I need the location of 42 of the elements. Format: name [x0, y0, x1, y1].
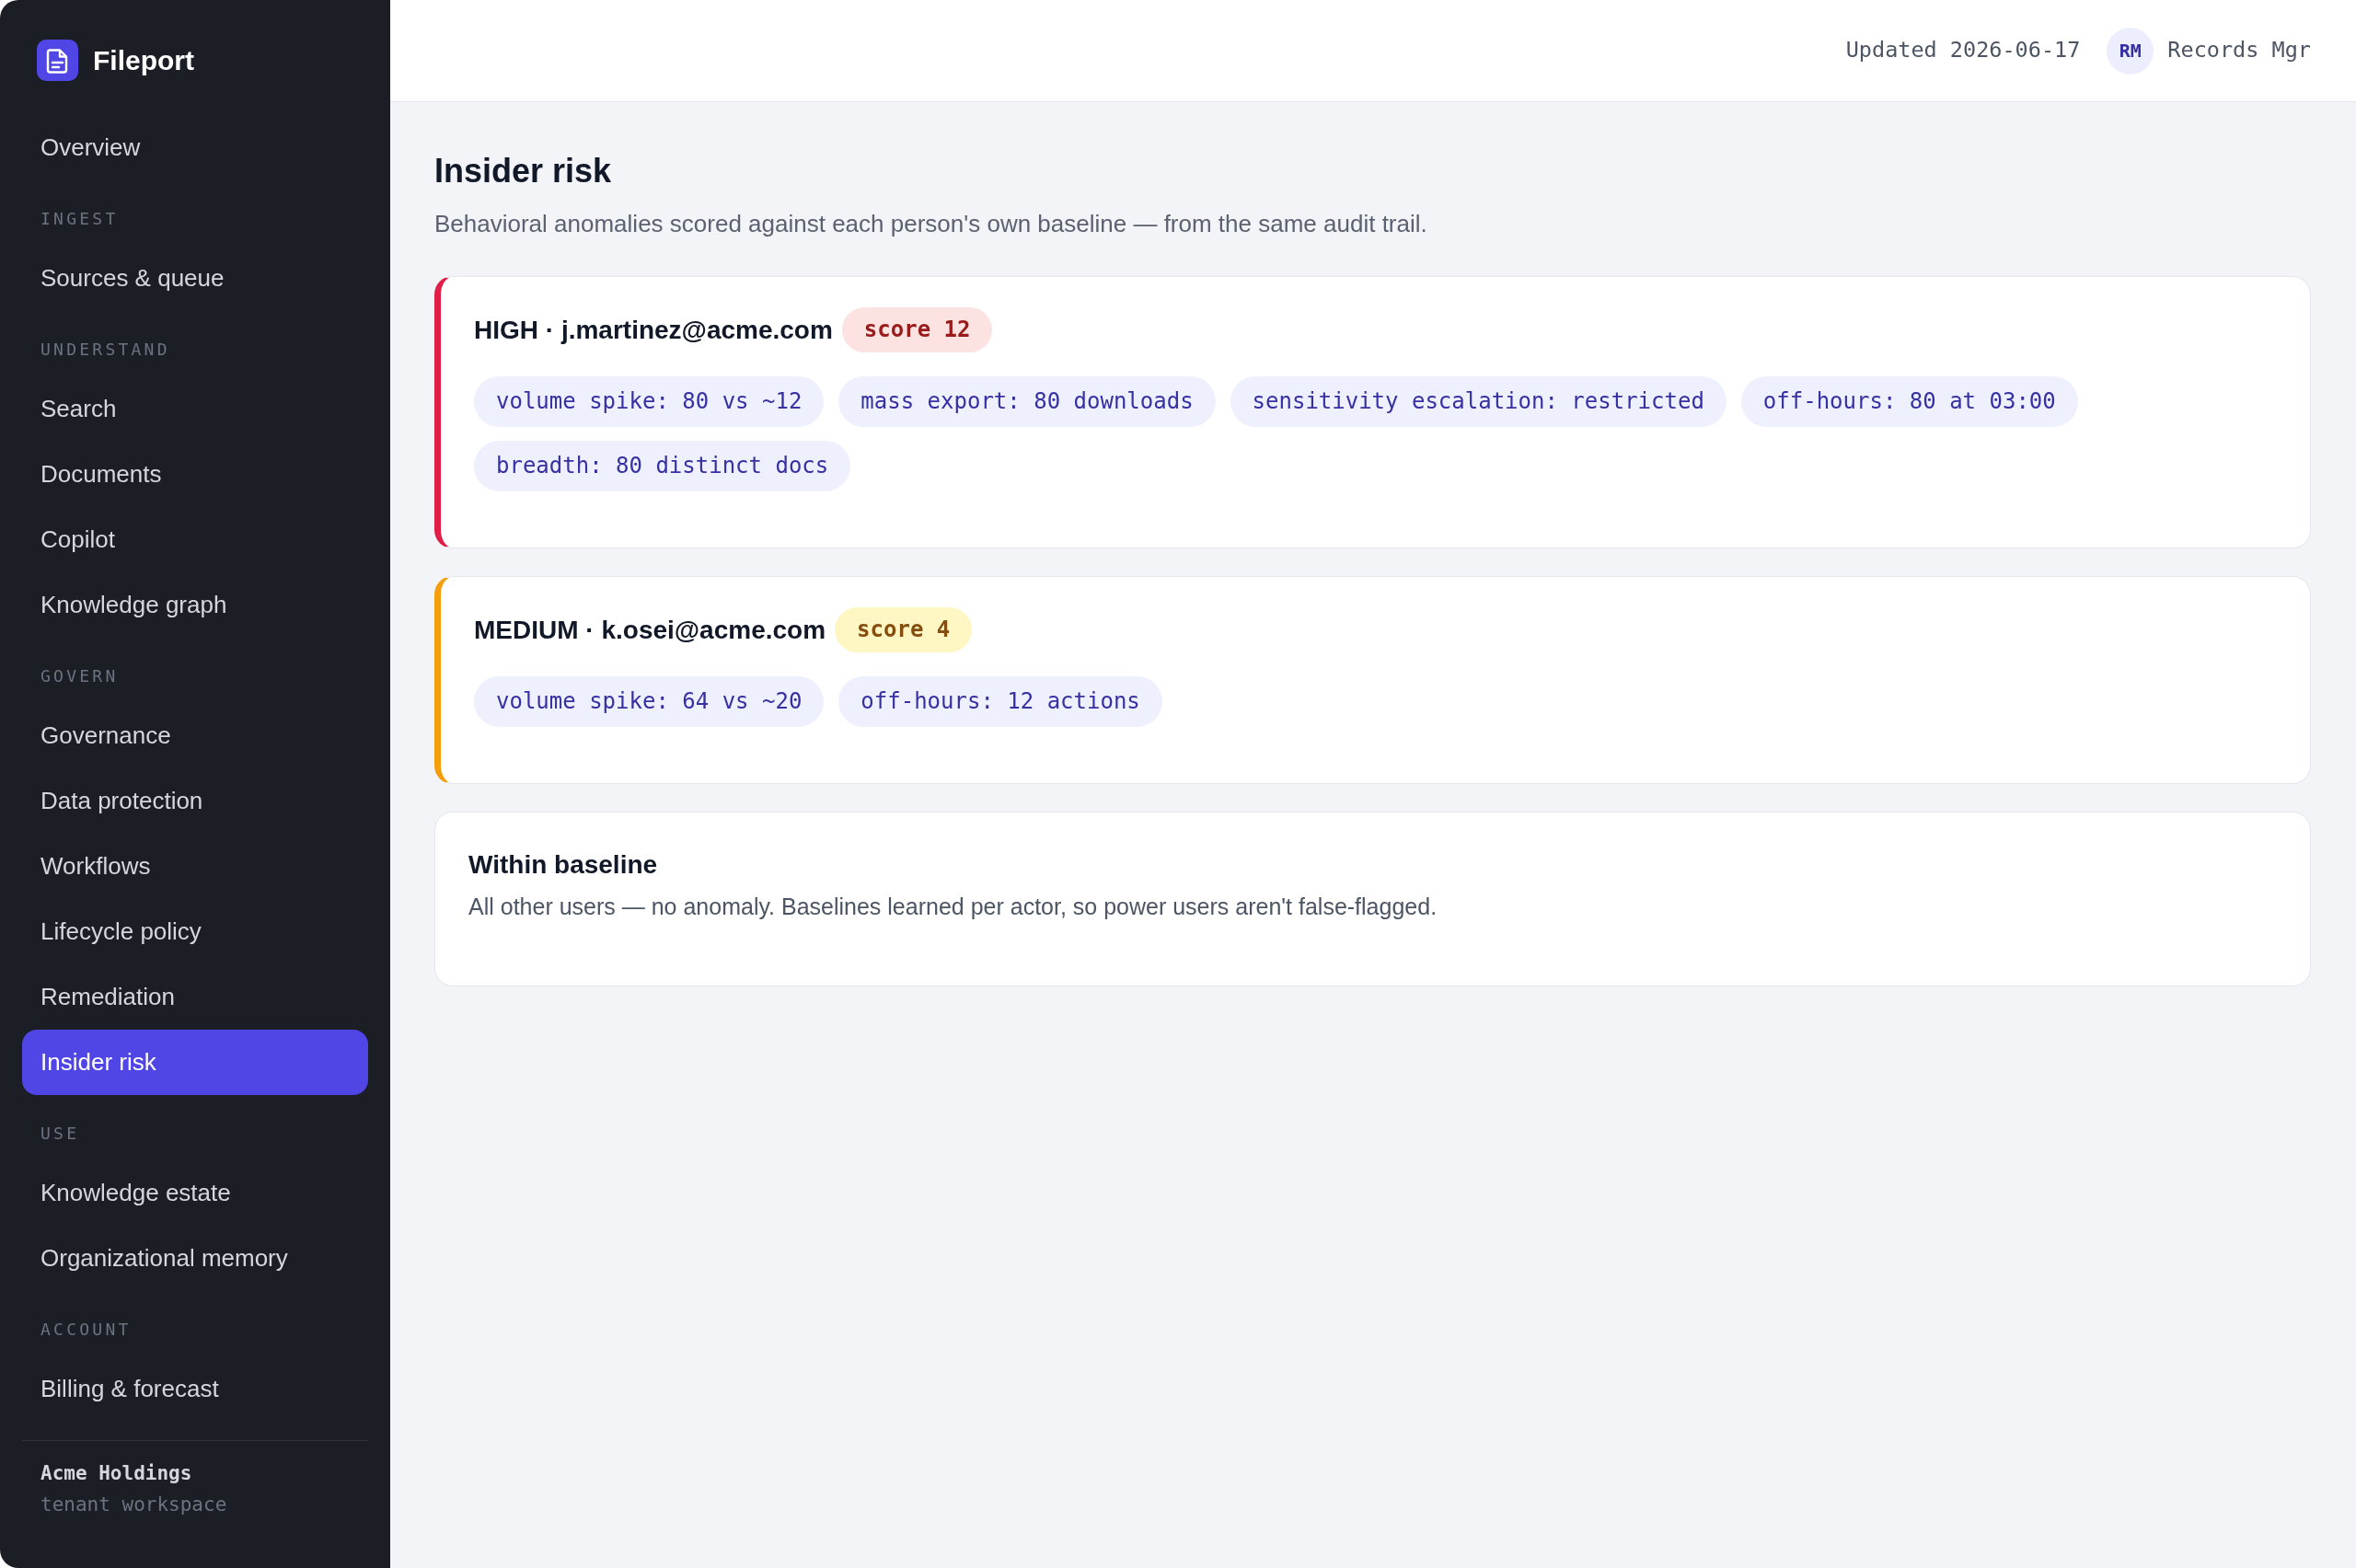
card-text: All other users — no anomaly. Baselines learned per actor, so power users aren't false-flagged. [468, 893, 1438, 921]
document-icon [37, 40, 78, 81]
risk-card-title: HIGH · j.martinez@acme.com [474, 314, 833, 346]
risk-card-title: MEDIUM · k.osei@acme.com [474, 614, 826, 646]
nav-link[interactable]: Insider risk [22, 1030, 368, 1095]
nav-section-heading: GOVERN [40, 666, 119, 686]
signal-chip: off-hours: 12 actions [838, 676, 1162, 727]
signal-chip: off-hours: 80 at 03:00 [1740, 376, 2078, 427]
nav-link[interactable]: Overview [22, 115, 368, 180]
nav-link[interactable]: Knowledge estate [22, 1160, 368, 1226]
nav-link[interactable]: Billing & forecast [22, 1356, 368, 1422]
nav-link[interactable]: Lifecycle policy [22, 899, 368, 964]
tenant-name: Acme Holdings [40, 1461, 192, 1486]
brand-name: Fileport [93, 43, 194, 77]
nav-section-heading: USE [40, 1124, 80, 1143]
nav-link[interactable]: Governance [22, 703, 368, 768]
nav-section-heading: INGEST [40, 209, 119, 228]
nav-link[interactable]: Sources & queue [22, 246, 368, 311]
nav-link[interactable]: Knowledge graph [22, 572, 368, 638]
signal-chip: volume spike: 80 vs ~12 [474, 376, 825, 427]
score-badge: score 12 [841, 307, 993, 352]
nav-link[interactable]: Organizational memory [22, 1226, 368, 1291]
page-subtitle: Behavioral anomalies scored against each person's own baseline — from the same audit trail. [434, 209, 1428, 239]
signal-chip: breadth: 80 distinct docs [474, 441, 851, 491]
nav-link[interactable]: Copilot [22, 507, 368, 572]
nav-link[interactable]: Remediation [22, 964, 368, 1030]
nav-link[interactable]: Data protection [22, 768, 368, 834]
nav-link[interactable]: Search [22, 376, 368, 442]
nav-link[interactable]: Workflows [22, 834, 368, 899]
score-badge: score 4 [835, 607, 973, 652]
signal-chip: sensitivity escalation: restricted [1230, 376, 1727, 427]
page-title: Insider risk [434, 151, 613, 191]
nav-section-heading: UNDERSTAND [40, 340, 170, 359]
signal-chip: mass export: 80 downloads [838, 376, 1216, 427]
user-name: Records Mgr [2167, 36, 2311, 65]
tenant-caption: tenant workspace [40, 1493, 227, 1517]
card-title: Within baseline [468, 849, 659, 881]
nav-link[interactable]: Documents [22, 442, 368, 507]
user-avatar: RM [2107, 27, 2154, 75]
updated-date: Updated 2026-06-17 [1845, 36, 2081, 65]
signal-chip: volume spike: 64 vs ~20 [474, 676, 825, 727]
nav-section-heading: ACCOUNT [40, 1320, 132, 1339]
